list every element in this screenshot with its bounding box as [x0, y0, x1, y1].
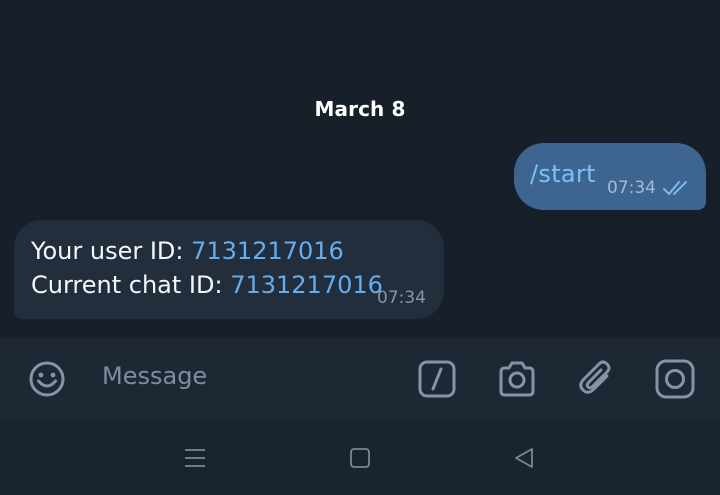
- menu-icon[interactable]: [183, 446, 207, 470]
- home-icon[interactable]: [348, 446, 372, 470]
- incoming-message-time: 07:34: [377, 288, 426, 308]
- incoming-message[interactable]: Your user ID: 7131217016 Current chat ID…: [14, 220, 444, 319]
- double-check-icon: [663, 181, 687, 195]
- chat-id-label: Current chat ID:: [31, 271, 231, 299]
- user-id-label: Your user ID:: [31, 237, 192, 265]
- outgoing-message[interactable]: /start 07:34: [514, 143, 706, 210]
- camera-icon[interactable]: [496, 358, 538, 400]
- system-navigation-bar: [0, 420, 720, 495]
- outgoing-message-text[interactable]: /start: [530, 160, 596, 188]
- chat-id-line: Current chat ID: 7131217016: [31, 271, 383, 299]
- user-id-line: Your user ID: 7131217016: [31, 237, 344, 265]
- message-input[interactable]: Message: [102, 362, 207, 390]
- date-separator: March 8: [314, 97, 406, 121]
- chat-id-link[interactable]: 7131217016: [230, 271, 383, 299]
- message-list[interactable]: March 8 /start 07:34 Your user ID: 71312…: [0, 0, 720, 338]
- telegram-chat-screen: March 8 /start 07:34 Your user ID: 71312…: [0, 0, 720, 495]
- emoji-icon[interactable]: [26, 358, 68, 400]
- user-id-link[interactable]: 7131217016: [191, 237, 344, 265]
- message-composer: Message: [0, 338, 720, 420]
- bot-command-icon[interactable]: [416, 358, 458, 400]
- attach-icon[interactable]: [576, 358, 618, 400]
- back-icon[interactable]: [512, 446, 536, 470]
- instagram-icon[interactable]: [654, 358, 696, 400]
- outgoing-message-time: 07:34: [607, 178, 656, 198]
